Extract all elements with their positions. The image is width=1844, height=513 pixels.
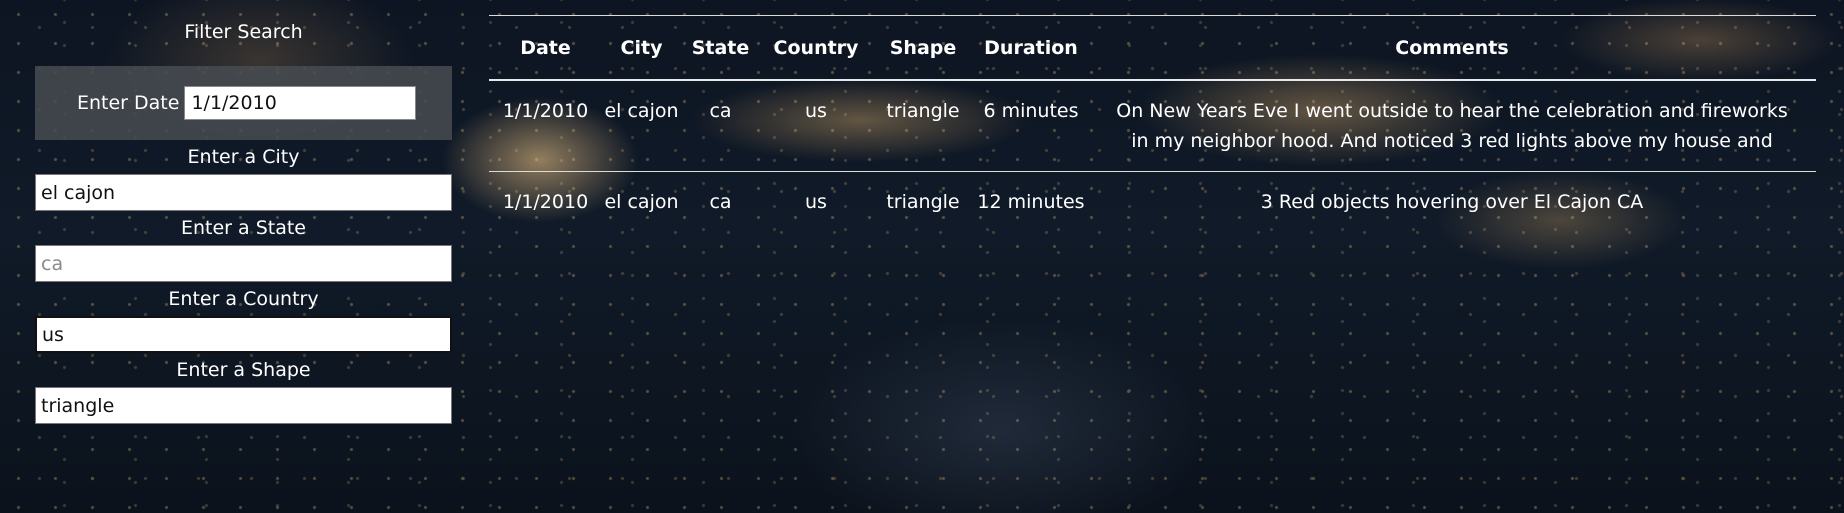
comment-text: On New Years Eve I went outside to hear … — [1116, 100, 1788, 152]
filter-title: Filter Search — [184, 21, 303, 43]
country-input[interactable] — [35, 316, 452, 353]
table-row: 1/1/2010 el cajon ca us triangle 12 minu… — [489, 172, 1816, 263]
date-label: Enter Date — [77, 92, 180, 114]
cell-comments: 3 Red objects hovering over El Cajon CA — [1088, 172, 1816, 263]
filter-sidebar: Filter Search Enter Date Enter a City En… — [35, 0, 452, 424]
cell-date: 1/1/2010 — [502, 191, 589, 213]
header-country: Country — [760, 15, 872, 81]
cell-city: el cajon — [602, 80, 681, 172]
cell-state: ca — [681, 80, 760, 172]
city-input[interactable] — [35, 174, 452, 211]
cell-city: el cajon — [604, 191, 679, 213]
header-duration: Duration — [974, 15, 1088, 81]
cell-date: 1/1/2010 — [489, 80, 602, 172]
header-state: State — [681, 15, 760, 81]
header-date: Date — [489, 15, 602, 81]
city-label: Enter a City — [187, 146, 300, 168]
cell-shape: triangle — [886, 191, 960, 213]
shape-input[interactable] — [35, 387, 452, 424]
cell-duration: 12 minutes — [977, 191, 1085, 213]
date-filter-panel: Enter Date — [35, 66, 452, 140]
table-header: Date City State Country Shape Duration C… — [489, 15, 1816, 81]
comment-text: 3 Red objects hovering over El Cajon CA — [1260, 191, 1644, 213]
shape-label: Enter a Shape — [176, 359, 311, 381]
results-table: Date City State Country Shape Duration C… — [489, 15, 1816, 262]
cell-country: us — [805, 191, 827, 213]
table-row: 1/1/2010 el cajon ca us triangle 6 minut… — [489, 80, 1816, 172]
country-label: Enter a Country — [168, 288, 319, 310]
state-input[interactable] — [35, 245, 452, 282]
header-city: City — [602, 15, 681, 81]
header-comments: Comments — [1088, 15, 1816, 81]
date-input[interactable] — [184, 86, 417, 120]
cell-duration: 6 minutes — [974, 80, 1088, 172]
cell-comments: On New Years Eve I went outside to hear … — [1088, 80, 1816, 172]
cell-shape: triangle — [872, 80, 974, 172]
results-table-container: Date City State Country Shape Duration C… — [489, 15, 1816, 262]
header-shape: Shape — [872, 15, 974, 81]
cell-state: ca — [709, 191, 732, 213]
state-label: Enter a State — [180, 217, 306, 239]
cell-country: us — [760, 80, 872, 172]
